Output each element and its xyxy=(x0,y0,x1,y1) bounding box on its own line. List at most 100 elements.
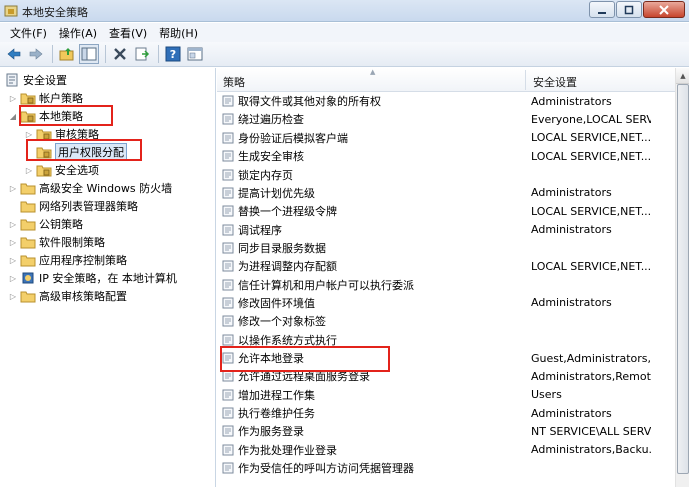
expand-arrow-icon[interactable]: ▷ xyxy=(24,166,34,175)
tree-item-audit-policy[interactable]: ▷ 审核策略 xyxy=(24,125,99,143)
policy-setting: Users xyxy=(531,388,562,402)
table-row[interactable]: 允许本地登录 Guest,Administrators,... xyxy=(217,349,675,367)
help-icon: ? xyxy=(165,46,181,62)
tree-item-account-policy[interactable]: ▷ 帐户策略 xyxy=(8,89,83,107)
table-row[interactable]: 锁定内存页 xyxy=(217,165,675,183)
tree-label: 用户权限分配 xyxy=(55,143,127,161)
table-row[interactable]: 作为服务登录 NT SERVICE\ALL SERV... xyxy=(217,422,675,440)
column-header-policy[interactable]: 策略 xyxy=(223,74,245,90)
expand-arrow-icon[interactable]: ▷ xyxy=(8,238,18,247)
tree-item-public-key-policy[interactable]: ▷ 公钥策略 xyxy=(8,215,83,233)
policy-name: 允许通过远程桌面服务登录 xyxy=(238,370,370,384)
tree-item-application-control[interactable]: ▷ 应用程序控制策略 xyxy=(8,251,127,269)
show-hide-tree-icon xyxy=(81,47,97,61)
tree-item-security-settings[interactable]: 安全设置 xyxy=(2,71,67,89)
tree-label: 软件限制策略 xyxy=(39,236,105,249)
table-row[interactable]: 生成安全审核 LOCAL SERVICE,NET... xyxy=(217,147,675,165)
table-row[interactable]: 替换一个进程级令牌 LOCAL SERVICE,NET... xyxy=(217,202,675,220)
delete-button[interactable] xyxy=(110,44,130,64)
table-row[interactable]: 允许通过远程桌面服务登录 Administrators,Remot... xyxy=(217,367,675,385)
policy-item-icon xyxy=(222,297,234,309)
policy-name: 调试程序 xyxy=(238,223,282,237)
tree-label: 安全选项 xyxy=(55,164,99,177)
table-row[interactable]: 为进程调整内存配额 LOCAL SERVICE,NET... xyxy=(217,257,675,275)
expand-arrow-icon[interactable]: ▷ xyxy=(8,184,18,193)
properties-button[interactable] xyxy=(185,44,205,64)
maximize-button[interactable] xyxy=(616,1,642,18)
delete-icon xyxy=(114,48,126,60)
collapse-arrow-icon[interactable]: ◢ xyxy=(8,112,18,121)
policy-name: 绕过遍历检查 xyxy=(238,113,304,127)
tree-item-security-options[interactable]: ▷ 安全选项 xyxy=(24,161,99,179)
back-arrow-icon xyxy=(7,48,21,60)
tree-item-local-policy[interactable]: ◢ 本地策略 xyxy=(8,107,83,125)
table-row[interactable]: 作为受信任的呼叫方访问凭据管理器 xyxy=(217,459,675,477)
policy-item-icon xyxy=(222,389,234,401)
show-hide-tree-button[interactable] xyxy=(79,44,99,64)
policy-item-icon xyxy=(222,187,234,199)
table-row[interactable]: 修改一个对象标签 xyxy=(217,312,675,330)
menu-view[interactable]: 查看(V) xyxy=(103,25,153,41)
table-row[interactable]: 绕过遍历检查 Everyone,LOCAL SERV... xyxy=(217,110,675,128)
expand-arrow-icon[interactable]: ▷ xyxy=(8,274,18,283)
menu-action[interactable]: 操作(A) xyxy=(53,25,103,41)
scroll-up-button[interactable]: ▲ xyxy=(676,68,689,84)
expand-arrow-icon[interactable]: ▷ xyxy=(8,256,18,265)
policy-setting: Administrators xyxy=(531,223,612,237)
tree-label: 帐户策略 xyxy=(39,92,83,105)
vertical-scrollbar[interactable]: ▲ xyxy=(675,68,689,487)
policy-item-icon xyxy=(222,279,234,291)
policy-setting: Administrators xyxy=(531,296,612,310)
expand-arrow-icon[interactable]: ▷ xyxy=(8,292,18,301)
table-row[interactable]: 提高计划优先级 Administrators xyxy=(217,184,675,202)
table-row[interactable]: 修改固件环境值 Administrators xyxy=(217,294,675,312)
policy-name: 作为受信任的呼叫方访问凭据管理器 xyxy=(238,462,414,476)
expand-arrow-icon[interactable]: ▷ xyxy=(8,220,18,229)
table-row[interactable]: 取得文件或其他对象的所有权 Administrators xyxy=(217,92,675,110)
ip-security-icon xyxy=(20,271,36,285)
folder-icon xyxy=(20,235,36,249)
menu-help[interactable]: 帮助(H) xyxy=(153,25,204,41)
table-row[interactable]: 增加进程工作集 Users xyxy=(217,386,675,404)
policy-name: 以操作系统方式执行 xyxy=(238,333,337,347)
table-row[interactable]: 以操作系统方式执行 xyxy=(217,331,675,349)
policy-name: 提高计划优先级 xyxy=(238,186,315,200)
menu-file[interactable]: 文件(F) xyxy=(4,25,53,41)
tree-label: 审核策略 xyxy=(55,128,99,141)
policy-item-icon xyxy=(222,95,234,107)
title-bar: 本地安全策略 xyxy=(0,0,689,22)
tree-item-windows-firewall[interactable]: ▷ 高级安全 Windows 防火墙 xyxy=(8,179,172,197)
scrollbar-thumb[interactable] xyxy=(677,84,689,474)
table-row[interactable]: 身份验证后模拟客户端 LOCAL SERVICE,NET... xyxy=(217,129,675,147)
export-list-button[interactable] xyxy=(132,44,152,64)
table-row[interactable]: 作为批处理作业登录 Administrators,Backu... xyxy=(217,441,675,459)
up-level-button[interactable] xyxy=(57,44,77,64)
up-folder-icon xyxy=(59,48,74,61)
folder-icon xyxy=(20,181,36,195)
expand-arrow-icon[interactable]: ▷ xyxy=(24,130,34,139)
tree-item-network-list-manager[interactable]: 网络列表管理器策略 xyxy=(8,197,138,215)
table-row[interactable]: 同步目录服务数据 xyxy=(217,239,675,257)
back-button[interactable] xyxy=(4,44,24,64)
column-divider[interactable] xyxy=(525,70,526,90)
table-row[interactable]: 调试程序 Administrators xyxy=(217,220,675,238)
folder-icon xyxy=(20,217,36,231)
help-button[interactable]: ? xyxy=(163,44,183,64)
table-row[interactable]: 执行卷维护任务 Administrators xyxy=(217,404,675,422)
minimize-button[interactable] xyxy=(589,1,615,18)
tree-item-advanced-audit[interactable]: ▷ 高级审核策略配置 xyxy=(8,287,127,305)
tree-item-ip-security[interactable]: ▷ IP 安全策略，在 本地计算机 xyxy=(8,269,177,287)
policy-setting: Administrators xyxy=(531,186,612,200)
tree-item-user-rights-assignment[interactable]: 用户权限分配 xyxy=(24,143,127,161)
toolbar-separator xyxy=(158,45,159,63)
tree-label: 安全设置 xyxy=(23,74,67,87)
table-row[interactable]: 信任计算机和用户帐户可以执行委派 xyxy=(217,276,675,294)
close-button[interactable] xyxy=(643,1,685,18)
tree-item-software-restriction[interactable]: ▷ 软件限制策略 xyxy=(8,233,105,251)
policy-name: 信任计算机和用户帐户可以执行委派 xyxy=(238,278,414,292)
folder-icon xyxy=(36,127,52,141)
column-header-setting[interactable]: 安全设置 xyxy=(533,74,577,90)
toolbar-separator xyxy=(52,45,53,63)
forward-button[interactable] xyxy=(26,44,46,64)
expand-arrow-icon[interactable]: ▷ xyxy=(8,94,18,103)
